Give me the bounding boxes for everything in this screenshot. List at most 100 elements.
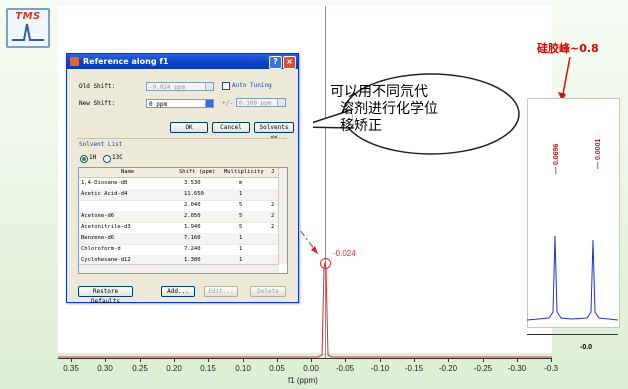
- cell-mult: 5: [239, 202, 243, 208]
- x-tick-label: 0.30: [97, 364, 113, 373]
- x-tick-label: -0.25: [473, 364, 493, 373]
- add-button[interactable]: Add...: [161, 286, 195, 297]
- x-tick: [345, 358, 346, 362]
- peak-shift-label: -0.024: [333, 249, 356, 258]
- cell-name: Chloroform-d: [81, 246, 121, 252]
- x-tick: [551, 358, 552, 362]
- cell-shift: 2.050: [184, 213, 201, 219]
- radio-13c-label: 13C: [112, 154, 123, 161]
- inset-tick-label: -0.0: [580, 344, 593, 351]
- x-tick-label: -0.30: [507, 364, 527, 373]
- radio-1h[interactable]: [80, 155, 88, 163]
- x-tick: [71, 358, 72, 362]
- cell-mult: 5: [239, 213, 243, 219]
- x-tick: [277, 358, 278, 362]
- col-shift[interactable]: Shift (ppm): [179, 168, 215, 177]
- cell-shift: 1.940: [184, 224, 201, 230]
- x-tick-label: -0.20: [438, 364, 458, 373]
- cell-mult: 5: [239, 224, 243, 230]
- callout-line-3: 移矫正: [340, 118, 382, 134]
- cancel-button[interactable]: Cancel: [212, 122, 250, 133]
- col-j[interactable]: J: [271, 168, 274, 177]
- cell-shift: 11.650: [184, 191, 204, 197]
- callout-line-2: 溶剂进行化学位: [340, 101, 438, 117]
- cell-mult: m: [239, 180, 243, 186]
- x-tick-label: -0.3: [544, 364, 558, 373]
- x-tick: [311, 358, 312, 362]
- callout-text: 可以用不同氘代 溶剂进行化学位 移矫正: [330, 84, 520, 135]
- table-vertical-scrollbar[interactable]: [278, 168, 287, 264]
- x-tick: [105, 358, 106, 362]
- x-tick-label: 0.05: [269, 364, 285, 373]
- solvent-list-label: Solvent List: [79, 141, 123, 148]
- inset-peak1-label: — 0.0696: [553, 143, 560, 174]
- x-tick: [174, 358, 175, 362]
- x-tick: [208, 358, 209, 362]
- x-tick: [414, 358, 415, 362]
- x-axis: [58, 358, 552, 359]
- x-tick: [448, 358, 449, 362]
- new-shift-value: 0 ppm: [149, 101, 168, 108]
- table-header: Name Shift (ppm) Multiplicity J: [79, 168, 279, 178]
- tolerance-spinner: [277, 99, 285, 106]
- x-tick-label: -0.10: [370, 364, 390, 373]
- tolerance-field: 0.100 ppm: [236, 98, 286, 107]
- cell-shift: 2.040: [184, 202, 201, 208]
- restore-defaults-button[interactable]: Restore Defaults: [78, 286, 133, 305]
- x-tick-label: -0.15: [404, 364, 424, 373]
- cell-shift: 7.240: [184, 246, 201, 252]
- x-tick: [380, 358, 381, 362]
- old-shift-spinner: [205, 83, 213, 90]
- inset-title: 硅胶峰~0.8: [537, 42, 599, 55]
- col-multiplicity[interactable]: Multiplicity: [224, 168, 264, 177]
- cell-name: Acetone-d6: [81, 213, 115, 219]
- cell-name: 1,4-Dioxane-d8: [81, 180, 128, 186]
- cell-shift: 3.530: [184, 180, 201, 186]
- old-shift-label: Old Shift:: [79, 83, 116, 90]
- plus-minus-label: +/-: [222, 100, 233, 107]
- cell-shift: 7.160: [184, 235, 201, 241]
- cell-j: 2: [271, 202, 275, 208]
- tolerance-value: 0.100 ppm: [239, 100, 272, 107]
- dialog-titlebar[interactable]: Reference along f1 ? ×: [67, 54, 298, 69]
- x-tick-label: 0.10: [235, 364, 251, 373]
- x-tick: [140, 358, 141, 362]
- peak-marker: [320, 258, 331, 269]
- auto-tuning-checkbox[interactable]: [222, 82, 230, 90]
- x-tick-label: 0.20: [166, 364, 182, 373]
- app-icon: [70, 57, 79, 66]
- radio-13c[interactable]: [103, 155, 111, 163]
- cell-name: Acetic Acid-d4: [81, 191, 128, 197]
- new-shift-field[interactable]: 0 ppm: [146, 99, 214, 108]
- help-button[interactable]: ?: [269, 56, 282, 69]
- col-name[interactable]: Name: [121, 168, 134, 177]
- x-tick-label: 0.25: [132, 364, 148, 373]
- x-axis-title: f1 (ppm): [288, 376, 318, 385]
- cell-name: Acetonitrile-d3: [81, 224, 131, 230]
- reference-dialog: Reference along f1 ? × Old Shift: -0.024…: [66, 53, 299, 305]
- cell-j: 2: [271, 224, 275, 230]
- radio-1h-label: 1H: [89, 154, 97, 161]
- x-tick-label: -0.05: [335, 364, 355, 373]
- x-tick-label: 0.00: [303, 364, 319, 373]
- x-tick: [483, 358, 484, 362]
- close-button[interactable]: ×: [283, 56, 296, 69]
- old-shift-field: -0.024 ppm: [146, 82, 214, 91]
- table-horizontal-scrollbar[interactable]: [79, 264, 279, 273]
- inset-trace: [527, 235, 618, 321]
- x-tick: [243, 358, 244, 362]
- callout-line-1: 可以用不同氘代: [330, 84, 428, 100]
- new-shift-label: New Shift:: [79, 100, 116, 107]
- dialog-title: Reference along f1: [83, 57, 169, 66]
- ok-button[interactable]: OK: [170, 122, 208, 133]
- cell-mult: 1: [239, 235, 243, 241]
- x-tick-label: 0.15: [200, 364, 216, 373]
- inset-x-axis: [527, 334, 618, 335]
- solvents-button[interactable]: Solvents <<: [254, 122, 294, 141]
- new-shift-spinner[interactable]: [205, 100, 213, 107]
- x-tick: [517, 358, 518, 362]
- inset-peak2-label: — 0.0001: [595, 138, 602, 169]
- x-tick-label: 0.35: [63, 364, 79, 373]
- delete-button: Delete: [250, 286, 286, 297]
- edit-button: Edit...: [204, 286, 238, 297]
